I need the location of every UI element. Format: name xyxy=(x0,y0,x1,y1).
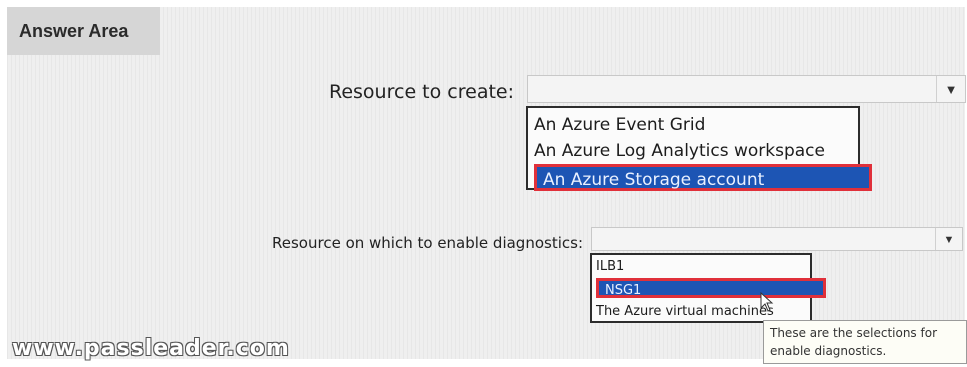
option-ilb1[interactable]: ILB1 xyxy=(596,257,624,277)
tooltip-line-1: These are the selections for xyxy=(770,326,937,340)
diagnostics-tooltip: These are the selections for enable diag… xyxy=(763,320,967,364)
resource-to-create-label: Resource to create: xyxy=(329,81,514,103)
option-nsg1[interactable]: NSG1 xyxy=(596,278,826,298)
watermark: www.passleader.com xyxy=(12,336,290,361)
chevron-down-icon[interactable]: ▼ xyxy=(936,76,965,102)
option-azure-virtual-machines[interactable]: The Azure virtual machines xyxy=(596,302,774,322)
enable-diagnostics-options: ILB1 NSG1 The Azure virtual machines xyxy=(590,253,826,323)
enable-diagnostics-label: Resource on which to enable diagnostics: xyxy=(272,234,583,252)
chevron-down-icon[interactable]: ▼ xyxy=(935,228,962,250)
answer-area-header: Answer Area xyxy=(7,7,160,55)
option-azure-storage-account[interactable]: An Azure Storage account xyxy=(534,164,872,191)
tooltip-line-2: enable diagnostics. xyxy=(770,344,887,358)
option-azure-event-grid[interactable]: An Azure Event Grid xyxy=(534,112,705,139)
mouse-pointer-icon xyxy=(760,292,774,312)
enable-diagnostics-dropdown[interactable]: ▼ xyxy=(591,227,963,251)
option-azure-log-analytics-workspace[interactable]: An Azure Log Analytics workspace xyxy=(534,138,825,165)
resource-to-create-dropdown[interactable]: ▼ xyxy=(527,75,966,103)
resource-to-create-options: An Azure Event Grid An Azure Log Analyti… xyxy=(526,106,872,191)
